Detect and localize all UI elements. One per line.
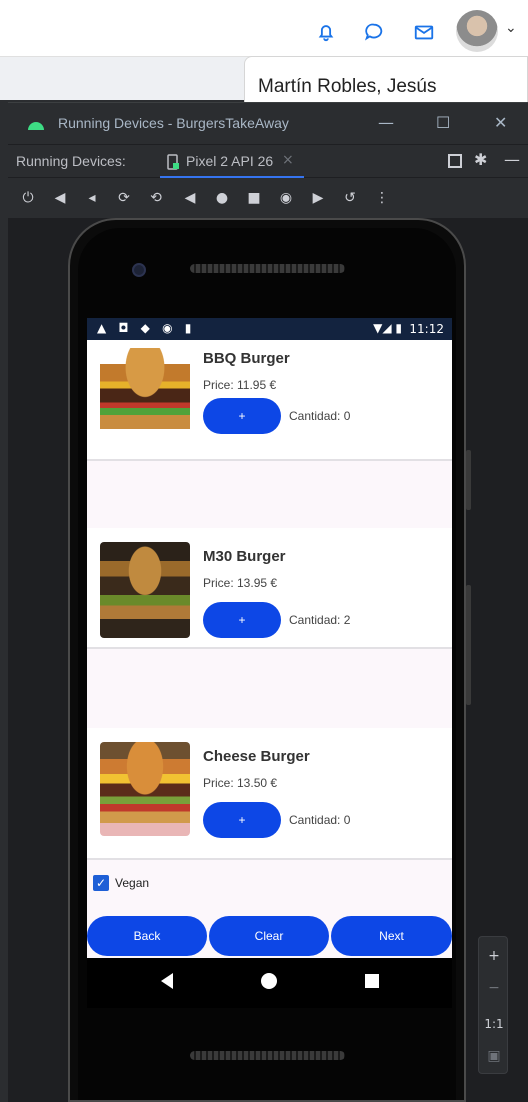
bottom-buttons: Back Clear Next <box>87 916 452 956</box>
tab-label: Pixel 2 API 26 <box>186 153 274 169</box>
nav-home-icon[interactable] <box>261 973 277 989</box>
emulator-toolbar: ⏻ ◀ ◂ ⟳ ⟲ ◀ ● ■ ◉ ▶ ↺ ⋮ <box>8 178 528 218</box>
android-icon <box>28 122 44 130</box>
product-card-m30: M30 Burger Price: 13.95 € + Cantidad: 2 <box>87 528 452 649</box>
product-price: Price: 13.95 € <box>203 576 278 590</box>
zoom-out-button[interactable]: − <box>479 973 509 1003</box>
product-price: Price: 13.50 € <box>203 776 278 790</box>
quantity-label: Cantidad: 0 <box>289 813 351 827</box>
fit-screen-icon[interactable]: ▣ <box>479 1041 509 1071</box>
add-button[interactable]: + <box>203 602 281 638</box>
device-icon <box>167 154 179 170</box>
record-icon[interactable]: ▶ <box>308 188 328 208</box>
product-card-bbq: BBQ Burger Price: 11.95 € + Cantidad: 0 <box>87 340 452 461</box>
burger-image <box>100 542 190 638</box>
minimize-icon[interactable]: — <box>378 113 394 132</box>
power-icon[interactable]: ⏻ <box>18 188 38 208</box>
maximize-icon[interactable]: ☐ <box>436 113 450 132</box>
quantity-label: Cantidad: 2 <box>289 613 351 627</box>
add-button[interactable]: + <box>203 398 281 434</box>
avatar[interactable] <box>456 10 498 52</box>
back-button[interactable]: Back <box>87 916 207 956</box>
close-icon[interactable]: ✕ <box>494 113 507 132</box>
tab-pixel-2-api-26[interactable]: Pixel 2 API 26 × <box>156 145 306 179</box>
snapshot-icon[interactable]: ↺ <box>340 188 360 208</box>
hide-icon[interactable]: — <box>504 150 520 169</box>
chat-icon[interactable] <box>360 18 388 46</box>
add-button[interactable]: + <box>203 802 281 838</box>
running-devices-label: Running Devices: <box>16 153 126 169</box>
volume-down-icon[interactable]: ◂ <box>82 188 102 208</box>
phone-screen: ▲ ◘ ◆ ◉ ▮ ▼◢ ▮ 11:12 BBQ Burger Price: 1… <box>87 318 452 1008</box>
top-speaker <box>190 264 345 273</box>
wifi-signal-battery-icon: ▼◢ ▮ <box>373 321 402 335</box>
overview-icon[interactable]: ■ <box>244 188 264 208</box>
product-name: Cheese Burger <box>203 748 310 765</box>
vegan-checkbox-row[interactable]: ✓ Vegan <box>93 874 149 892</box>
window-title: Running Devices - BurgersTakeAway <box>58 115 289 131</box>
top-app-bar: ⌄ <box>0 0 528 62</box>
notification-icons: ▲ ◘ ◆ ◉ ▮ <box>97 321 196 335</box>
bottom-speaker <box>190 1051 345 1060</box>
status-bar: ▲ ◘ ◆ ◉ ▮ ▼◢ ▮ 11:12 <box>87 318 452 340</box>
nav-back-icon[interactable] <box>161 973 173 989</box>
burger-image <box>100 348 190 436</box>
tool-window-tabs: Running Devices: Pixel 2 API 26 × ✱ — <box>8 144 528 179</box>
more-icon[interactable]: ⋮ <box>372 188 392 208</box>
gear-icon[interactable]: ✱ <box>474 150 487 169</box>
clear-button[interactable]: Clear <box>209 916 329 956</box>
android-nav-bar <box>87 958 452 1008</box>
zoom-in-button[interactable]: + <box>479 941 509 971</box>
front-camera-icon <box>132 263 146 277</box>
home-icon[interactable]: ● <box>212 188 232 208</box>
chevron-down-icon[interactable]: ⌄ <box>505 20 521 40</box>
vegan-checkbox[interactable]: ✓ <box>93 875 109 891</box>
layout-icon[interactable] <box>448 154 462 168</box>
rotate-left-icon[interactable]: ⟲ <box>146 188 166 208</box>
quantity-label: Cantidad: 0 <box>289 409 351 423</box>
mail-icon[interactable] <box>410 18 438 46</box>
product-card-cheese: Cheese Burger Price: 13.50 € + Cantidad:… <box>87 728 452 860</box>
rotate-right-icon[interactable]: ⟳ <box>114 188 134 208</box>
back-icon[interactable]: ◀ <box>180 188 200 208</box>
next-button[interactable]: Next <box>331 916 452 956</box>
nav-recents-icon[interactable] <box>365 974 379 988</box>
side-button-power[interactable] <box>466 450 471 510</box>
zoom-1-1-button[interactable]: 1:1 <box>479 1009 509 1039</box>
bell-icon[interactable] <box>312 18 340 46</box>
volume-up-icon[interactable]: ◀ <box>50 188 70 208</box>
product-name: M30 Burger <box>203 548 286 565</box>
window-titlebar: Running Devices - BurgersTakeAway — ☐ ✕ <box>8 102 528 144</box>
camera-icon[interactable]: ◉ <box>276 188 296 208</box>
zoom-controls: + − 1:1 ▣ <box>478 936 508 1074</box>
user-name: Martín Robles, Jesús <box>258 76 437 97</box>
product-name: BBQ Burger <box>203 350 290 367</box>
side-button-volume[interactable] <box>466 585 471 705</box>
product-price: Price: 11.95 € <box>203 378 277 392</box>
burger-image <box>100 742 190 836</box>
status-time: 11:12 <box>409 322 444 336</box>
tab-close-icon[interactable]: × <box>282 152 294 168</box>
vegan-label: Vegan <box>115 876 150 890</box>
